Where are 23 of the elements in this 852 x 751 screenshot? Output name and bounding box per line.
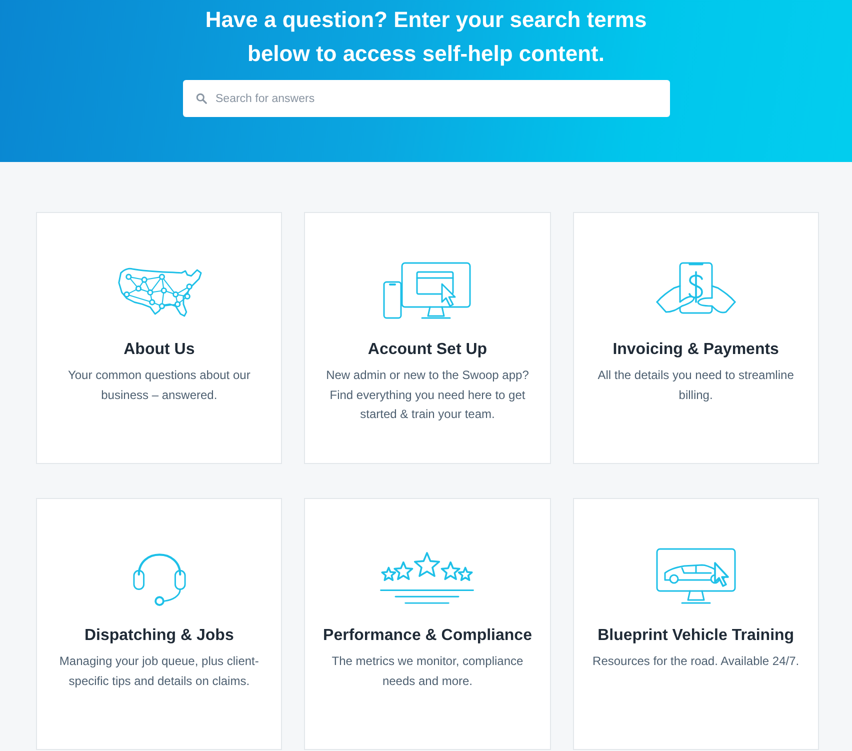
card-title: Blueprint Vehicle Training xyxy=(598,626,794,646)
card-title: Account Set Up xyxy=(368,340,488,360)
hero-title: Have a question? Enter your search terms below to access self-help content. xyxy=(204,6,648,68)
card-title: Invoicing & Payments xyxy=(612,340,779,360)
card-title: Performance & Compliance xyxy=(323,626,532,646)
category-card[interactable]: Performance & Compliance The metrics we monitor, compliance needs and more. xyxy=(304,498,551,750)
search-field[interactable]: Search for answers xyxy=(182,80,670,117)
category-card[interactable]: Account Set Up New admin or new to the Swoop app? Find everything you need here to get started & train your team. xyxy=(304,212,551,464)
card-description: New admin or new to the Swoop app? Find everything you need here to get started & train your team. xyxy=(325,367,530,423)
card-title: About Us xyxy=(124,340,195,360)
monitor-phone-icon xyxy=(382,262,472,320)
monitor-car-icon xyxy=(656,548,736,606)
search-icon xyxy=(196,93,206,104)
category-card[interactable]: Dispatching & Jobs Managing your job queue, plus client-specific tips and details on claims. xyxy=(36,498,282,750)
card-description: All the details you need to streamline billing. xyxy=(596,367,795,404)
card-description: Your common questions about our business – answered. xyxy=(66,367,252,404)
card-description: Managing your job queue, plus client-specific tips and details on claims. xyxy=(58,653,260,690)
card-title: Dispatching & Jobs xyxy=(84,626,234,646)
card-description: Resources for the road. Available 24/7. xyxy=(592,653,800,670)
category-card[interactable]: Invoicing & Payments All the details you need to streamline billing. xyxy=(572,212,819,464)
category-card[interactable]: Blueprint Vehicle Training Resources for the road. Available 24/7. xyxy=(572,498,819,750)
card-description: The metrics we monitor, compliance needs and more. xyxy=(330,653,524,690)
category-card[interactable]: About Us Your common questions about our business – answered. xyxy=(36,212,282,464)
